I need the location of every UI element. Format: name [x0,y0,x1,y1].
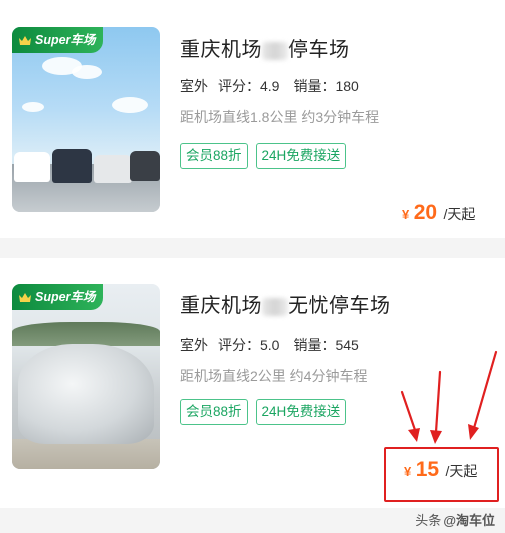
badge-label: Super车场 [35,33,96,47]
badge-label: Super车场 [35,290,96,304]
crown-icon [18,292,32,303]
redacted-text [262,297,288,316]
title-prefix: 重庆机场 [180,39,262,61]
crown-icon [18,35,32,46]
lot-meta: 室外 评分：4.9 销量：180 [178,76,359,99]
tag-list: 会员88折 24H免费接送 [180,143,347,169]
currency-symbol: ¥ [402,207,410,222]
rating-label: 评分： [218,78,260,94]
watermark-prefix: 头条 [415,513,442,528]
card-divider [0,238,505,258]
redacted-text [262,41,288,60]
tag-list: 会员88折 24H免费接送 [180,399,347,425]
price-unit: /天起 [443,206,476,222]
lot-title[interactable]: 重庆机场 无忧停车场 [180,289,391,318]
lot-title[interactable]: 重庆机场 停车场 [180,33,350,62]
sales-label: 销量： [293,78,336,94]
watermark-handle: @淘车位 [443,513,495,528]
price: ¥ 20 /天起 [402,201,475,225]
tag-member-discount: 会员88折 [180,143,248,169]
rating-label: 评分： [218,337,260,353]
title-suffix: 无忧停车场 [288,295,391,317]
lot-meta: 室外 评分：5.0 销量：545 [178,335,359,358]
tag-free-shuttle: 24H免费接送 [255,143,347,169]
parking-lot-photo[interactable]: Super车场 [12,284,160,469]
sales-value: 545 [335,337,359,353]
rating-value: 5.0 [260,337,280,353]
distance-info: 距机场直线1.8公里 约3分钟车程 [180,109,380,125]
super-lot-badge: Super车场 [12,27,104,53]
distance-info: 距机场直线2公里 约4分钟车程 [180,368,368,384]
price-highlight-box [384,447,499,502]
price-value: 20 [413,201,438,224]
tag-free-shuttle: 24H免费接送 [255,399,347,425]
title-suffix: 停车场 [288,39,350,61]
watermark: 头条 @淘车位 [415,510,495,529]
title-prefix: 重庆机场 [180,295,262,317]
parking-lot-photo[interactable]: Super车场 [12,27,160,212]
sales-value: 180 [335,78,359,94]
super-lot-badge: Super车场 [12,284,104,310]
tag-member-discount: 会员88折 [180,399,248,425]
environment-label: 室外 [178,337,210,358]
sales-label: 销量： [293,337,336,353]
listing-card[interactable]: Super车场 重庆机场 停车场 室外 评分：4.9 销量：180 距机场直线1.8公… [0,0,505,238]
rating-value: 4.9 [260,78,280,94]
annotation-arrows-icon [400,350,498,444]
environment-label: 室外 [178,78,210,99]
